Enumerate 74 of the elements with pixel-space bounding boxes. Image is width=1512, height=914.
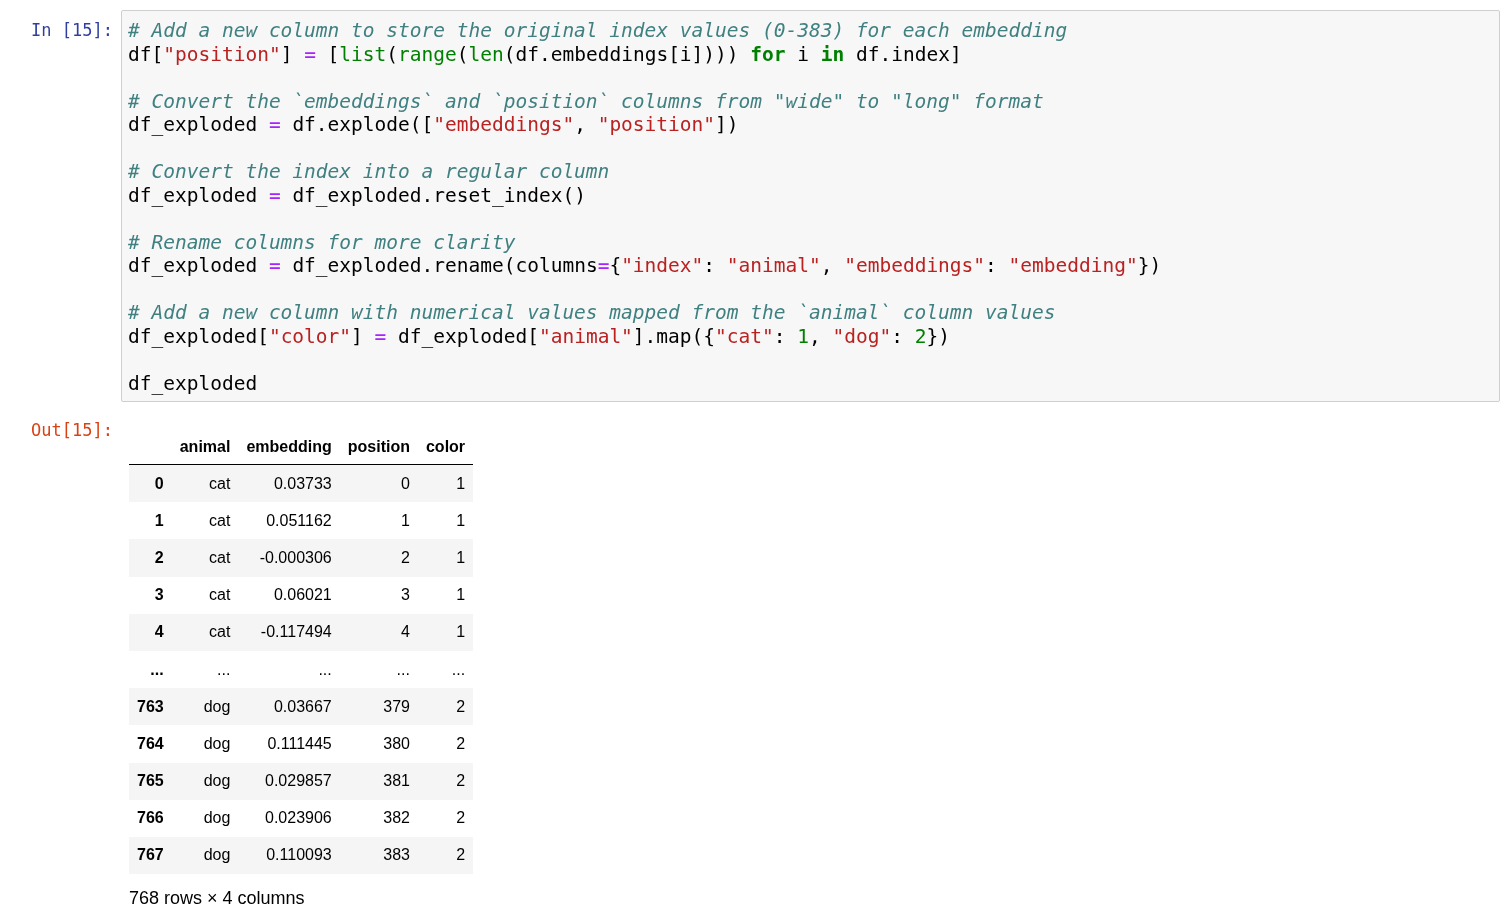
table-cell: 0.110093 [238, 836, 340, 875]
table-cell: dog [171, 688, 239, 726]
table-cell: 1 [417, 464, 474, 503]
row-index: ... [129, 650, 172, 689]
row-index: 3 [129, 576, 172, 614]
input-prompt: In [15]: [30, 19, 114, 40]
code-comment: # Convert the index into a regular column [128, 160, 611, 184]
table-cell: -0.117494 [238, 613, 340, 651]
table-cell: 1 [417, 576, 474, 614]
table-cell: 0.111445 [238, 725, 340, 763]
code-comment: # Add a new column with numerical values mapped from the `animal` column values [128, 301, 1057, 325]
table-cell: 0.03733 [238, 464, 340, 503]
table-summary: 768 rows × 4 columns [129, 888, 306, 910]
table-cell: 2 [417, 836, 474, 875]
table-cell: 1 [417, 539, 474, 577]
row-index: 764 [129, 725, 172, 763]
row-index: 2 [129, 539, 172, 577]
table-cell: 2 [417, 725, 474, 763]
table-cell: 1 [339, 502, 418, 540]
code-line: df["position"] = [list(range(len(df.embeddings[i]))) for i in df.index] [128, 42, 963, 66]
column-header: color [417, 430, 474, 465]
table-cell: 0.03667 [238, 688, 340, 726]
table-cell: 380 [339, 725, 418, 763]
table-cell: dog [171, 799, 239, 837]
table-cell: 0.023906 [238, 799, 340, 837]
code-comment: # Convert the `embeddings` and `position` columns from "wide" to "long" format [128, 89, 1045, 113]
row-index: 767 [129, 836, 172, 875]
table-cell: 1 [417, 613, 474, 651]
table-cell: 379 [339, 688, 418, 726]
code-comment: # Add a new column to store the original index values (0-383) for each embedding [128, 19, 1069, 43]
table-cell: ... [339, 650, 418, 689]
column-header: animal [171, 430, 239, 465]
row-index: 763 [129, 688, 172, 726]
column-header: position [339, 430, 418, 465]
table-cell: 2 [417, 688, 474, 726]
table-cell: cat [171, 576, 239, 614]
output-prompt: Out[15]: [30, 419, 114, 440]
row-index: 0 [129, 464, 172, 503]
code-line: df_exploded["color"] = df_exploded["animal"].map({"cat": 1, "dog": 2}) [128, 324, 951, 348]
code-line: df_exploded = df_exploded.rename(columns={"index": "animal", "embeddings": "embedding"}) [128, 254, 1163, 278]
code-line: df_exploded = df.explode(["embeddings", "position"]) [128, 113, 740, 137]
table-cell: dog [171, 725, 239, 763]
code-line: df_exploded = df_exploded.reset_index() [128, 183, 587, 207]
table-cell: 381 [339, 762, 418, 800]
code-cell[interactable] [121, 10, 1500, 402]
table-cell: cat [171, 502, 239, 540]
table-cell: 3 [339, 576, 418, 614]
table-cell: -0.000306 [238, 539, 340, 577]
row-index: 766 [129, 799, 172, 837]
table-cell: cat [171, 613, 239, 651]
table-cell: dog [171, 762, 239, 800]
code-line: df_exploded [128, 371, 259, 395]
table-cell: ... [171, 650, 239, 689]
table-cell: dog [171, 836, 239, 875]
table-cell: 0 [339, 464, 418, 503]
row-index: 765 [129, 762, 172, 800]
table-cell: 382 [339, 799, 418, 837]
column-header: embedding [238, 430, 340, 465]
table-cell: 0.06021 [238, 576, 340, 614]
table-cell: ... [417, 650, 474, 689]
table-cell: 2 [417, 799, 474, 837]
table-cell: 2 [339, 539, 418, 577]
table-cell: 0.051162 [238, 502, 340, 540]
table-cell: 1 [417, 502, 474, 540]
table-cell: 383 [339, 836, 418, 875]
table-cell: cat [171, 464, 239, 503]
table-cell: ... [238, 650, 340, 689]
code-comment: # Rename columns for more clarity [128, 230, 517, 254]
table-cell: 0.029857 [238, 762, 340, 800]
table-cell: cat [171, 539, 239, 577]
row-index: 4 [129, 613, 172, 651]
row-index: 1 [129, 502, 172, 540]
table-cell: 2 [417, 762, 474, 800]
table-cell: 4 [339, 613, 418, 651]
